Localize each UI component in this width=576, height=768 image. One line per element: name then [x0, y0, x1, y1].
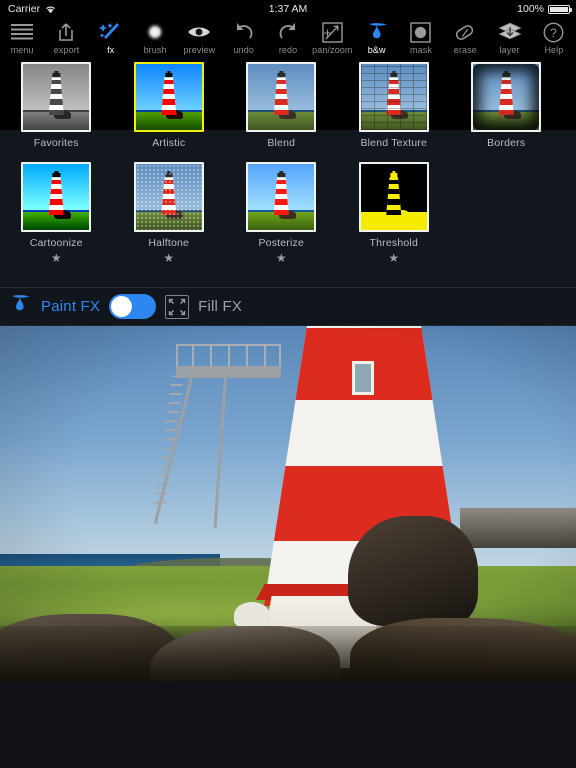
fx-label-favorites: Favorites	[33, 137, 79, 149]
fx-label-borders: Borders	[487, 137, 526, 149]
status-bar-time: 1:37 AM	[268, 3, 308, 15]
fx-label-artistic: Artistic	[152, 137, 186, 149]
fx-label-halftone: Halftone	[148, 237, 190, 249]
status-bar-right: 100%	[517, 3, 572, 15]
bottom-letterbox	[0, 681, 576, 768]
fx-item-empty	[450, 162, 563, 264]
fx-item-threshold[interactable]: Threshold ★	[338, 162, 451, 264]
tool-bw[interactable]: b&w	[355, 18, 399, 62]
svg-text:?: ?	[551, 26, 558, 40]
fill-corners-icon[interactable]	[165, 294, 190, 319]
fx-star-threshold[interactable]: ★	[388, 252, 399, 264]
tool-preview-label: preview	[183, 45, 216, 55]
tool-layer-label: layer	[499, 45, 520, 55]
fx-star-cartoonize[interactable]: ★	[51, 252, 62, 264]
tool-undo[interactable]: undo	[222, 18, 266, 62]
fx-label-blend: Blend	[267, 137, 296, 149]
tool-mask-label: mask	[410, 45, 432, 55]
photo-vignette	[0, 326, 576, 681]
paint-droplet-icon	[365, 21, 389, 43]
soft-brush-icon	[144, 21, 166, 43]
status-bar: Carrier 1:37 AM 100%	[0, 0, 576, 18]
tool-layer[interactable]: layer	[487, 18, 531, 62]
question-mark-icon: ?	[543, 21, 564, 43]
layers-stack-icon	[497, 21, 522, 43]
undo-arrow-icon	[233, 21, 255, 43]
tool-preview[interactable]: preview	[177, 18, 221, 62]
pan-zoom-icon	[322, 21, 343, 43]
fx-item-favorites[interactable]: Favorites	[0, 62, 113, 149]
tool-fx-label: fx	[107, 45, 115, 55]
tool-redo-label: redo	[278, 45, 298, 55]
eraser-icon	[453, 21, 477, 43]
fx-item-blend-texture[interactable]: Blend Texture	[338, 62, 451, 149]
tool-menu-label: menu	[10, 45, 34, 55]
fx-star-halftone[interactable]: ★	[163, 252, 174, 264]
tool-redo[interactable]: redo	[266, 18, 310, 62]
fx-label-posterize: Posterize	[258, 237, 305, 249]
tool-fx[interactable]: fx	[89, 18, 133, 62]
eye-icon	[187, 21, 211, 43]
fx-row-categories: Favorites Artistic Blend Blend Texture B…	[0, 62, 576, 149]
fx-label-cartoonize: Cartoonize	[29, 237, 83, 249]
fx-item-blend[interactable]: Blend	[225, 62, 338, 149]
tool-erase-label: erase	[453, 45, 477, 55]
tool-pan-zoom[interactable]: pan/zoom	[310, 18, 354, 62]
tool-help[interactable]: ? Help	[532, 18, 576, 62]
tool-mask[interactable]: mask	[399, 18, 443, 62]
fx-thumb-borders	[471, 62, 542, 132]
battery-full-icon	[548, 4, 572, 14]
fx-item-artistic[interactable]: Artistic	[113, 62, 226, 149]
tool-pan-zoom-label: pan/zoom	[312, 45, 353, 55]
main-toolbar: menu export fx brush preview undo redo p…	[0, 18, 576, 62]
fx-item-borders[interactable]: Borders	[450, 62, 563, 149]
fx-item-cartoonize[interactable]: Cartoonize ★	[0, 162, 113, 264]
share-export-icon	[57, 21, 75, 43]
fx-thumb-artistic	[133, 62, 204, 132]
tool-export[interactable]: export	[44, 18, 88, 62]
fx-row-effects: Cartoonize ★ Halftone ★ Posterize ★ Thre…	[0, 162, 576, 264]
fx-thumb-posterize	[246, 162, 317, 232]
fx-thumb-cartoonize	[21, 162, 92, 232]
fx-label-blend-texture: Blend Texture	[360, 137, 428, 149]
fx-thumb-halftone	[133, 162, 204, 232]
tool-export-label: export	[53, 45, 80, 55]
app-root: Carrier 1:37 AM 100% menu export fx brus…	[0, 0, 576, 768]
fx-thumb-blend	[246, 62, 317, 132]
redo-arrow-icon	[277, 21, 299, 43]
tool-brush-label: brush	[143, 45, 167, 55]
fx-thumb-favorites	[21, 62, 92, 132]
tool-brush[interactable]: brush	[133, 18, 177, 62]
tool-menu[interactable]: menu	[0, 18, 44, 62]
fx-thumb-threshold	[358, 162, 429, 232]
fx-thumb-blend-texture	[358, 62, 429, 132]
fx-category-panel: Favorites Artistic Blend Blend Texture B…	[0, 62, 576, 287]
fx-label-threshold: Threshold	[369, 237, 418, 249]
fill-fx-label: Fill FX	[198, 298, 243, 315]
battery-percent-label: 100%	[517, 3, 544, 15]
paint-fx-label: Paint FX	[41, 298, 101, 315]
hamburger-menu-icon	[11, 21, 34, 43]
paint-fx-toggle-knob	[111, 296, 133, 317]
tool-undo-label: undo	[233, 45, 254, 55]
tool-bw-label: b&w	[367, 45, 386, 55]
tool-help-label: Help	[544, 45, 564, 55]
fx-item-posterize[interactable]: Posterize ★	[225, 162, 338, 264]
sparkle-wand-icon	[98, 21, 123, 43]
paint-fx-toggle[interactable]	[109, 294, 157, 319]
tool-erase[interactable]: erase	[443, 18, 487, 62]
fx-star-posterize[interactable]: ★	[276, 252, 287, 264]
paint-fill-fx-bar: Paint FX Fill FX	[0, 287, 576, 326]
fx-item-halftone[interactable]: Halftone ★	[113, 162, 226, 264]
photo-canvas[interactable]	[0, 326, 576, 681]
mask-circle-icon	[410, 21, 432, 43]
paint-droplet-icon	[8, 293, 32, 320]
